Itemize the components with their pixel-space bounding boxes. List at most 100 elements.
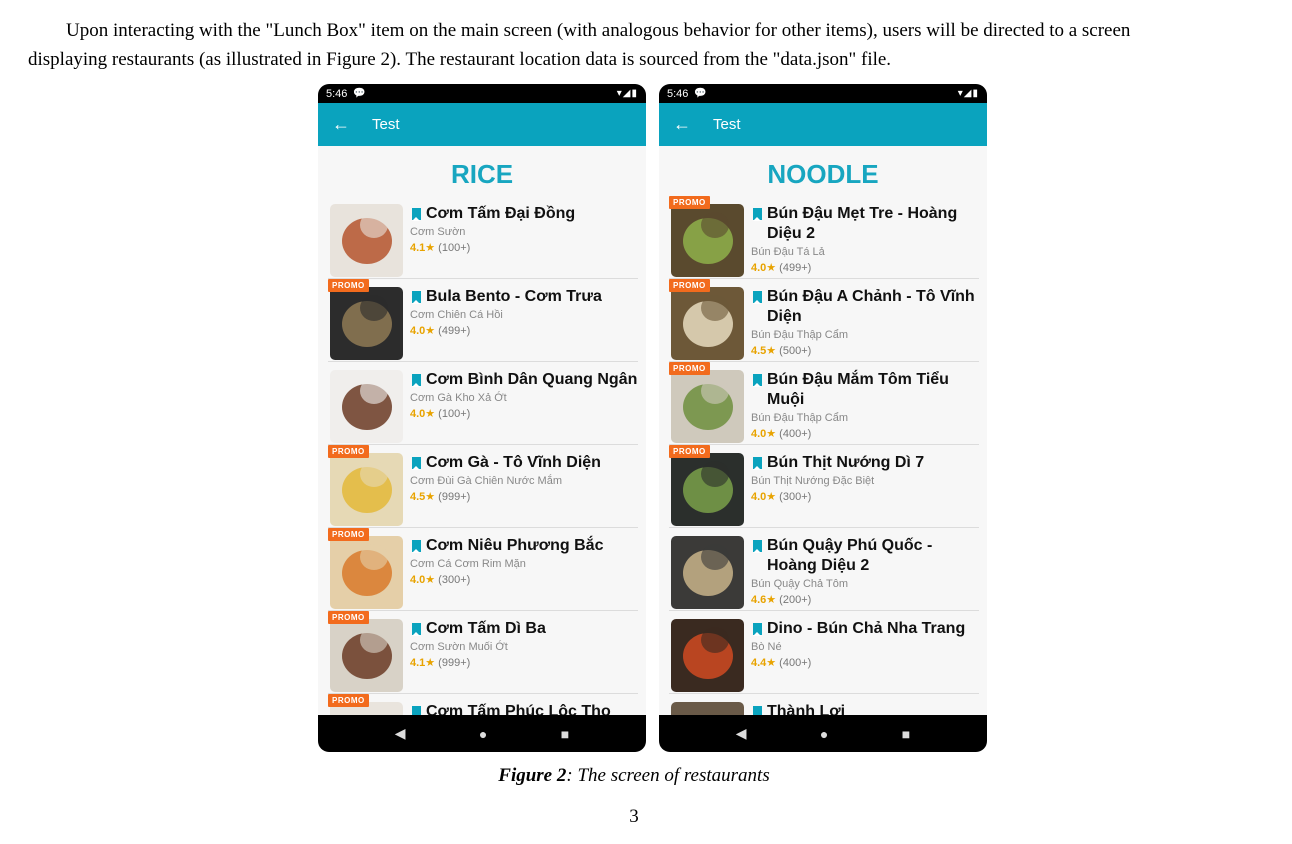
app-bar: ← Test [659, 103, 987, 146]
restaurant-thumbnail[interactable] [330, 536, 403, 609]
wifi-signal-battery-icon: ▾◢▮ [957, 88, 979, 99]
bookmark-icon [753, 540, 762, 553]
restaurant-thumbnail[interactable] [671, 702, 744, 715]
restaurant-name: Cơm Niêu Phương Bắc [410, 536, 638, 556]
restaurant-item[interactable]: PROMO Cơm Tấm Phúc Lộc Thọ [328, 694, 638, 715]
restaurant-thumbnail[interactable] [671, 536, 744, 609]
restaurant-name-text: Bula Bento - Cơm Trưa [426, 288, 602, 305]
chat-icon: 💬 [694, 88, 707, 99]
restaurant-content: NOODLE PROMO Bún Đậu Mẹt Tre - Hoàng Diệu … [659, 146, 987, 715]
restaurant-thumbnail[interactable] [671, 287, 744, 360]
food-image-detail [360, 295, 388, 321]
food-image-detail [360, 461, 388, 487]
bookmark-icon [412, 374, 421, 387]
restaurant-name: Thành Lợi [751, 702, 979, 715]
restaurant-item[interactable]: Dino - Bún Chả Nha Trang Bò Né 4.4★ (400+) [669, 611, 979, 694]
figure-caption-text: : The screen of restaurants [566, 765, 770, 786]
nav-home-icon[interactable]: ● [479, 726, 487, 742]
restaurant-item[interactable]: PROMO Bún Đậu Mắm Tôm Tiểu Muội Bún Đậu Th… [669, 362, 979, 445]
restaurant-thumbnail[interactable] [330, 453, 403, 526]
bookmark-icon [753, 208, 762, 221]
restaurant-item[interactable]: PROMO Bula Bento - Cơm Trưa Cơm Chiên Cá H… [328, 279, 638, 362]
restaurant-item[interactable]: PROMO Cơm Tấm Dì Ba Cơm Sườn Muối Ớt 4.1★ (9… [328, 611, 638, 694]
restaurant-info: Bún Đậu A Chảnh - Tô Vĩnh Diện Bún Đậu Th… [751, 287, 979, 359]
restaurant-thumbnail[interactable] [671, 453, 744, 526]
bookmark-icon [753, 291, 762, 304]
restaurant-rating: 4.0★ (300+) [751, 489, 979, 505]
promo-badge: PROMO [328, 279, 369, 292]
restaurant-info: Cơm Tấm Đại Đồng Cơm Sườn 4.1★ (100+) [410, 204, 638, 256]
restaurant-name-text: Bún Đậu A Chảnh - Tô Vĩnh Diện [767, 288, 975, 325]
bookmark-icon [753, 374, 762, 387]
phone-noodle-screen: 5:46 💬 ▾◢▮ ← Test NOODLE PROMO Bún Đậu Mẹt Tre … [659, 84, 987, 752]
restaurant-name: Bún Đậu Mắm Tôm Tiểu Muội [751, 370, 979, 410]
restaurant-thumbnail[interactable] [671, 204, 744, 277]
restaurant-thumbnail[interactable] [671, 370, 744, 443]
food-image-detail [701, 544, 729, 570]
rating-score: 4.0 [751, 491, 767, 503]
star-icon: ★ [425, 574, 436, 586]
bookmark-icon [412, 457, 421, 470]
intro-paragraph: Upon interacting with the "Lunch Box" it… [28, 16, 1264, 74]
restaurant-name: Bún Thịt Nướng Dì 7 [751, 453, 979, 473]
promo-badge: PROMO [669, 362, 710, 375]
restaurant-thumbnail[interactable] [330, 287, 403, 360]
restaurant-name: Cơm Tấm Đại Đồng [410, 204, 638, 224]
restaurant-list: PROMO Bún Đậu Mẹt Tre - Hoàng Diệu 2 Bún Đ… [669, 196, 979, 715]
restaurant-item[interactable]: PROMO Cơm Niêu Phương Bắc Cơm Cá Cơm Rim M… [328, 528, 638, 611]
arrow-left-icon[interactable]: ← [673, 114, 713, 135]
figure-label: Figure 2 [498, 765, 567, 786]
restaurant-item[interactable]: PROMO Bún Thịt Nướng Dì 7 Bún Thịt Nướng Đ… [669, 445, 979, 528]
restaurant-name-text: Dino - Bún Chả Nha Trang [767, 620, 966, 637]
nav-back-icon[interactable]: ◀ [395, 725, 406, 742]
food-image-detail [360, 544, 388, 570]
restaurant-item[interactable]: Cơm Tấm Đại Đồng Cơm Sườn 4.1★ (100+) [328, 196, 638, 279]
arrow-left-icon[interactable]: ← [332, 114, 372, 135]
rating-score: 4.0 [751, 428, 767, 440]
restaurant-dish: Cơm Chiên Cá Hồi [410, 309, 503, 321]
restaurant-thumbnail[interactable] [330, 619, 403, 692]
bookmark-icon [753, 457, 762, 470]
restaurant-dish: Bún Đậu Thập Cẩm [751, 329, 849, 341]
rating-count: (200+) [779, 594, 812, 606]
restaurant-item[interactable]: PROMO Bún Đậu Mẹt Tre - Hoàng Diệu 2 Bún Đ… [669, 196, 979, 279]
bookmark-icon [753, 706, 762, 715]
restaurant-item[interactable]: Cơm Bình Dân Quang Ngân Cơm Gà Kho Xả Ớt 4… [328, 362, 638, 445]
rating-count: (300+) [779, 491, 812, 503]
restaurant-name: Cơm Bình Dân Quang Ngân [410, 370, 638, 390]
restaurant-info: Cơm Bình Dân Quang Ngân Cơm Gà Kho Xả Ớt 4… [410, 370, 638, 422]
restaurant-list: Cơm Tấm Đại Đồng Cơm Sườn 4.1★ (100+) PROMO B… [328, 196, 638, 715]
restaurant-thumbnail[interactable] [671, 619, 744, 692]
food-image-detail [360, 378, 388, 404]
nav-recent-icon[interactable]: ■ [561, 726, 569, 742]
restaurant-item[interactable]: PROMO Bún Đậu A Chảnh - Tô Vĩnh Diện Bún Đ… [669, 279, 979, 362]
star-icon: ★ [425, 491, 436, 503]
restaurant-name-text: Cơm Tấm Đại Đồng [426, 205, 576, 222]
restaurant-name-text: Bún Thịt Nướng Dì 7 [767, 454, 925, 471]
restaurant-dish: Cơm Đùi Gà Chiên Nước Mắm [410, 475, 562, 487]
restaurant-thumbnail[interactable] [330, 204, 403, 277]
nav-back-icon[interactable]: ◀ [736, 725, 747, 742]
rating-score: 4.5 [410, 491, 426, 503]
restaurant-thumbnail[interactable] [330, 370, 403, 443]
rating-score: 4.1 [410, 657, 426, 669]
rating-score: 4.0 [410, 574, 426, 586]
bookmark-icon [412, 706, 421, 715]
restaurant-item[interactable]: PROMO Cơm Gà - Tô Vĩnh Diện Cơm Đùi Gà Chi… [328, 445, 638, 528]
promo-badge: PROMO [669, 279, 710, 292]
restaurant-item[interactable]: Bún Quậy Phú Quốc - Hoàng Diệu 2 Bún Quậy… [669, 528, 979, 611]
nav-home-icon[interactable]: ● [820, 726, 828, 742]
intro-line-2: displaying restaurants (as illustrated i… [28, 49, 892, 70]
restaurant-item[interactable]: Thành Lợi [669, 694, 979, 715]
status-bar: 5:46 💬 ▾◢▮ [318, 84, 646, 103]
restaurant-info: Bún Đậu Mẹt Tre - Hoàng Diệu 2 Bún Đậu Tá… [751, 204, 979, 276]
rating-score: 4.1 [410, 242, 426, 254]
promo-badge: PROMO [328, 528, 369, 541]
nav-recent-icon[interactable]: ■ [902, 726, 910, 742]
wifi-signal-battery-icon: ▾◢▮ [616, 88, 638, 99]
restaurant-name: Cơm Tấm Dì Ba [410, 619, 638, 639]
rating-score: 4.0 [410, 408, 426, 420]
star-icon: ★ [766, 345, 777, 357]
restaurant-rating: 4.4★ (400+) [751, 655, 979, 671]
restaurant-info: Cơm Niêu Phương Bắc Cơm Cá Cơm Rim Mặn 4.0… [410, 536, 638, 588]
